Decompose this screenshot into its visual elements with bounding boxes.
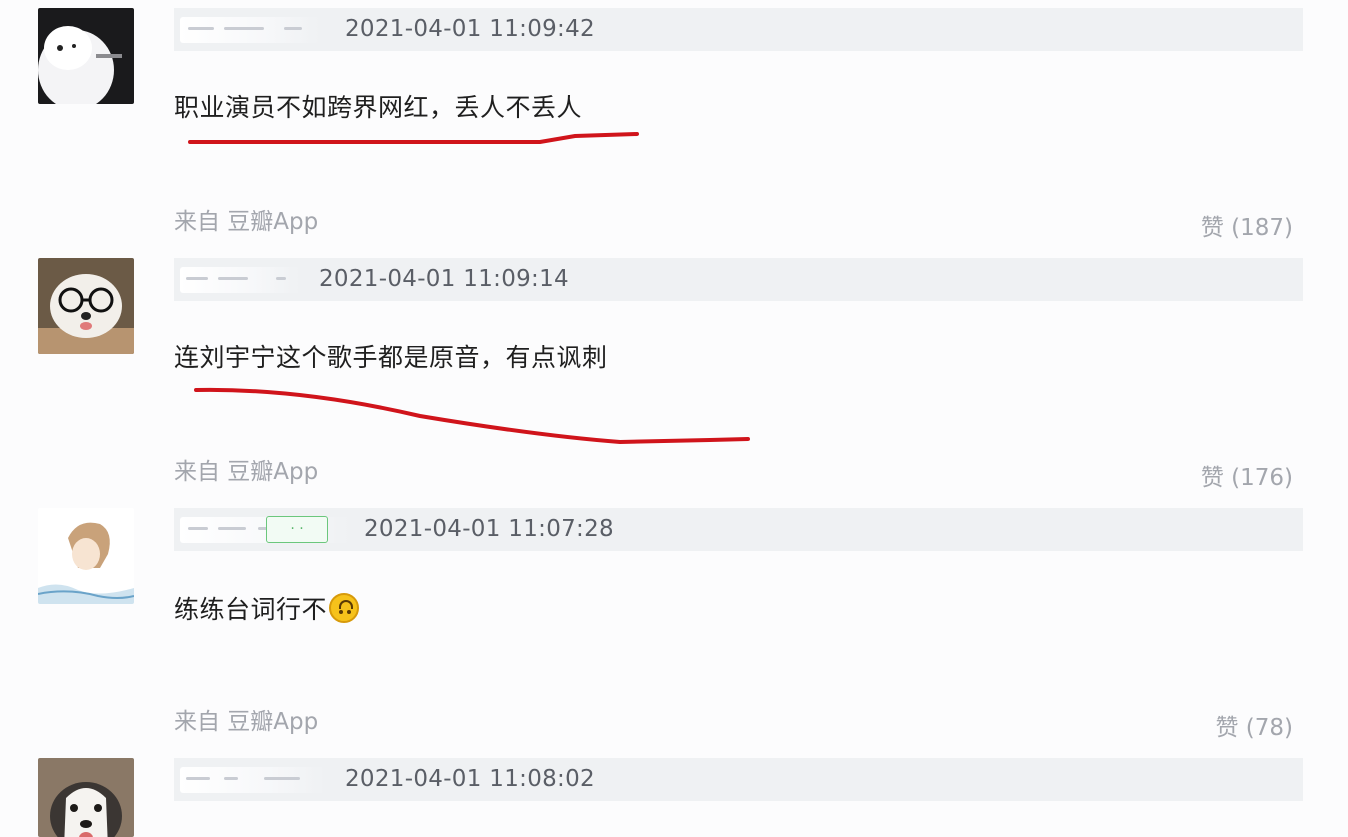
user-avatar[interactable]	[38, 508, 134, 604]
comment-text: 职业演员不如跨界网红，丢人不丢人	[174, 93, 583, 122]
like-button[interactable]: 赞 (176)	[1201, 458, 1293, 492]
comment-meta-bar: 2021-04-01 11:09:42	[174, 8, 1303, 51]
comment-meta-bar: 2021-04-01 11:09:14	[174, 258, 1303, 301]
comment-source: 来自 豆瓣App	[174, 459, 319, 485]
comment-source: 来自 豆瓣App	[174, 709, 319, 735]
comment-text: 连刘宇宁这个歌手都是原音，有点讽刺	[174, 343, 608, 372]
comment-timestamp: 2021-04-01 11:07:28	[364, 516, 614, 542]
like-button[interactable]: 赞 (78)	[1215, 708, 1293, 742]
username-redacted[interactable]	[180, 767, 325, 793]
comment-timestamp: 2021-04-01 11:08:02	[345, 766, 595, 792]
husky-dog-avatar-icon	[38, 758, 134, 837]
dog-with-glasses-avatar-icon	[38, 258, 134, 354]
username-redacted[interactable]	[180, 267, 300, 293]
comment-timestamp: 2021-04-01 11:09:14	[319, 266, 569, 292]
comment-source: 来自 豆瓣App	[174, 209, 319, 235]
comment-text: 练练台词行不	[174, 590, 360, 626]
user-avatar[interactable]	[38, 758, 134, 837]
white-dog-avatar-icon	[38, 8, 134, 104]
user-avatar[interactable]	[38, 8, 134, 104]
like-button[interactable]: 赞 (187)	[1201, 208, 1293, 242]
comment-meta-bar: · · 2021-04-01 11:07:28	[174, 508, 1303, 551]
comment-item: 2021-04-01 11:09:14 连刘宇宁这个歌手都是原音，有点讽刺 来自…	[0, 250, 1348, 500]
comment-timestamp: 2021-04-01 11:09:42	[345, 16, 595, 42]
upside-down-face-emoji-icon	[329, 593, 360, 623]
comment-item: 2021-04-01 11:09:42 职业演员不如跨界网红，丢人不丢人 来自 …	[0, 0, 1348, 250]
comment-text-content: 练练台词行不	[174, 595, 328, 624]
comment-meta-bar: 2021-04-01 11:08:02	[174, 758, 1303, 801]
comment-item: 2021-04-01 11:08:02	[0, 750, 1348, 837]
user-badge-icon: · ·	[266, 516, 328, 543]
user-avatar[interactable]	[38, 258, 134, 354]
username-redacted[interactable]	[180, 17, 320, 43]
comment-item: · · 2021-04-01 11:07:28 练练台词行不 来自 豆瓣App …	[0, 500, 1348, 750]
anime-character-avatar-icon	[38, 508, 134, 604]
